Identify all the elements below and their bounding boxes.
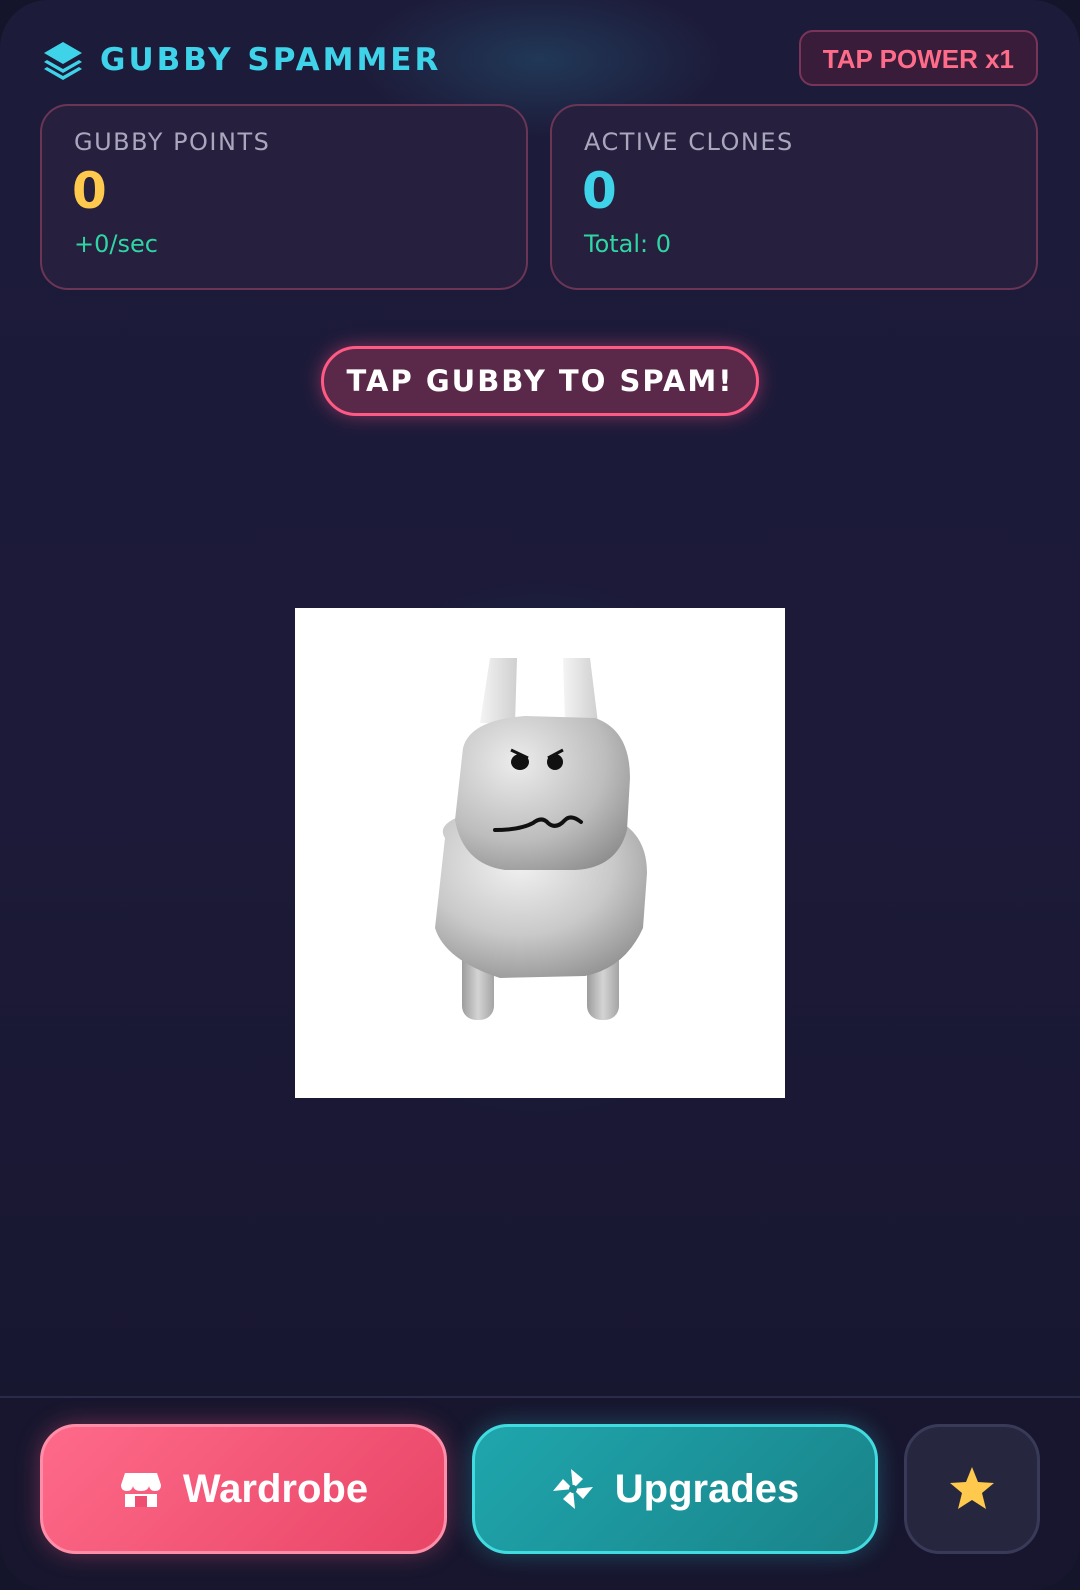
points-value: 0 (72, 162, 107, 220)
clones-total: Total: 0 (584, 230, 672, 258)
app-title: GUBBY SPAMMER (100, 42, 442, 78)
gubby-character-image[interactable] (295, 608, 785, 1098)
shop-icon (119, 1467, 163, 1511)
clones-value: 0 (582, 162, 617, 220)
upgrades-label: Upgrades (614, 1466, 800, 1511)
pinwheel-icon (551, 1467, 595, 1511)
active-clones-card: ACTIVE CLONES 0 Total: 0 (550, 104, 1038, 290)
clones-label: ACTIVE CLONES (584, 128, 794, 156)
tap-power-badge: TAP POWER x1 (798, 30, 1038, 86)
app-window: GUBBY SPAMMER TAP POWER x1 GUBBY POINTS … (0, 0, 1080, 1590)
tap-prompt-banner: TAP GUBBY TO SPAM! (321, 346, 759, 416)
wardrobe-label: Wardrobe (182, 1466, 369, 1511)
points-label: GUBBY POINTS (74, 128, 271, 156)
star-icon (947, 1464, 997, 1514)
wardrobe-button[interactable]: Wardrobe (40, 1424, 447, 1554)
gubby-points-card: GUBBY POINTS 0 +0/sec (40, 104, 528, 290)
layers-icon (42, 40, 84, 80)
header: GUBBY SPAMMER TAP POWER x1 (42, 30, 1038, 88)
upgrades-button[interactable]: Upgrades (472, 1424, 878, 1554)
points-per-second: +0/sec (74, 230, 158, 258)
favorites-button[interactable] (904, 1424, 1040, 1554)
brand: GUBBY SPAMMER (42, 40, 441, 80)
